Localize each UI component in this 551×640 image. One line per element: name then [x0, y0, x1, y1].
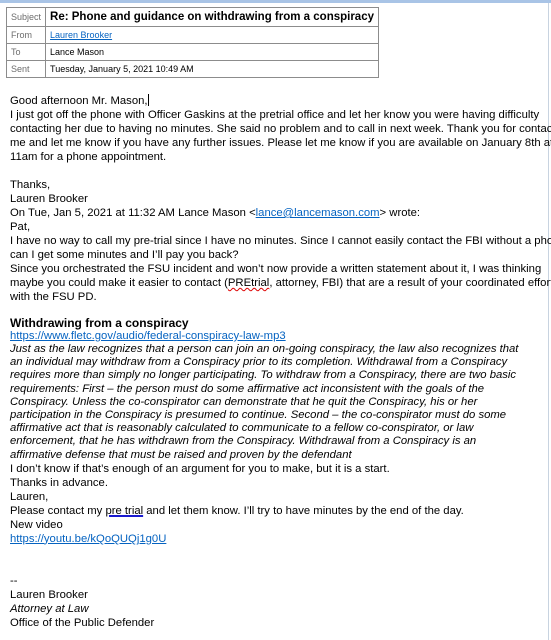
excerpt-heading: Withdrawing from a conspiracy: [10, 316, 189, 330]
to-label: To: [5, 43, 47, 61]
reply-thanks: Thanks,: [10, 179, 51, 191]
quoted-salutation: Pat,: [10, 221, 31, 233]
reply-line: contacting her due to having no minutes.…: [10, 123, 551, 135]
signature-title: Attorney at Law: [10, 602, 89, 615]
signature-office: Office of the Public Defender: [10, 616, 155, 629]
from-label: From: [5, 26, 47, 44]
quoted-line: New video: [10, 518, 63, 531]
subject-value: Re: Phone and guidance on withdrawing fr…: [45, 7, 379, 27]
quoted-line: Since you orchestrated the FSU incident …: [10, 263, 542, 275]
excerpt-line: enforcement, that he has withdrawn from …: [10, 435, 477, 448]
sent-label: Sent: [5, 60, 47, 78]
video-link-line: https://youtu.be/kQoQUQj1g0U: [10, 532, 550, 546]
excerpt-line: Conspiracy. Unless the co-conspirator ca…: [10, 395, 478, 408]
excerpt-block: Withdrawing from a conspiracy https://ww…: [10, 316, 550, 462]
reply-line: I just got off the phone with Officer Ga…: [10, 109, 540, 121]
quoted-intro: On Tue, Jan 5, 2021 at 11:32 AM Lance Ma…: [10, 206, 550, 220]
reply-name: Lauren Brooker: [10, 193, 88, 205]
quoted-line: can I get some minutes and I’ll pay you …: [10, 249, 239, 261]
window-top-border: [0, 0, 551, 3]
from-link[interactable]: Lauren Brooker: [50, 30, 112, 40]
subject-label: Subject: [5, 7, 47, 27]
to-value: Lance Mason: [45, 43, 379, 61]
subject-row: Subject Re: Phone and guidance on withdr…: [5, 7, 379, 27]
fletc-link[interactable]: https://www.fletc.gov/audio/federal-cons…: [10, 330, 286, 342]
sent-value: Tuesday, January 5, 2021 10:49 AM: [45, 60, 379, 78]
spellcheck-word[interactable]: PREtrial: [228, 277, 269, 289]
please-post: and let them know. I’ll try to have minu…: [143, 504, 464, 517]
quoted-line: Thanks in advance.: [10, 476, 108, 489]
reply-line: me and let me know if you have any furth…: [10, 137, 551, 149]
quoted-line: I have no way to call my pre-trial since…: [10, 235, 551, 247]
email-link[interactable]: lance@lancemason.com: [256, 207, 380, 219]
excerpt-link-line: https://www.fletc.gov/audio/federal-cons…: [10, 330, 550, 343]
quoted-line: with the FSU PD.: [10, 291, 97, 303]
excerpt-line: requires more than simply no longer part…: [10, 369, 517, 382]
excerpt-line: affirmative defense that must be raised …: [10, 448, 352, 461]
quoted-line: maybe you could make it easier to contac…: [10, 276, 551, 290]
please-pre: Please contact my: [10, 504, 106, 517]
from-row: From Lauren Brooker: [5, 26, 379, 44]
text-cursor: [147, 94, 149, 106]
p2-pre: maybe you could make it easier to contac…: [10, 277, 228, 289]
quoted-line: Lauren,: [10, 490, 49, 503]
excerpt-line: affirmative act that is reasonably calcu…: [10, 422, 474, 435]
intro-post: > wrote:: [379, 207, 421, 219]
reply-line: 11am for a phone appointment.: [10, 151, 167, 163]
email-header-table: Subject Re: Phone and guidance on withdr…: [5, 7, 379, 78]
sent-row: Sent Tuesday, January 5, 2021 10:49 AM: [5, 60, 379, 78]
p2-post: , attorney, FBI) that are a result of yo…: [269, 277, 551, 289]
greeting-text: Good afternoon Mr. Mason,: [10, 95, 148, 107]
to-row: To Lance Mason: [5, 43, 379, 61]
email-body[interactable]: Good afternoon Mr. Mason, I just got off…: [10, 94, 551, 630]
excerpt-line: an individual may withdraw from a Conspi…: [10, 356, 508, 369]
signature-name: Lauren Brooker: [10, 588, 88, 601]
excerpt-line: participation in the Conspiracy is presu…: [10, 408, 507, 421]
quoted-line: I don’t know if that’s enough of an argu…: [10, 462, 390, 475]
quoted-line: Please contact my pre trial and let them…: [10, 504, 550, 518]
signature-dashes: --: [10, 574, 18, 587]
underlined-word[interactable]: pre trial: [105, 505, 143, 517]
greeting: Good afternoon Mr. Mason,: [10, 94, 550, 108]
excerpt-line: requirements: First – the person must do…: [10, 382, 485, 395]
intro-pre: On Tue, Jan 5, 2021 at 11:32 AM Lance Ma…: [10, 207, 256, 219]
excerpt-line: Just as the law recognizes that a person…: [10, 343, 519, 355]
video-link[interactable]: https://youtu.be/kQoQUQj1g0U: [10, 533, 166, 545]
